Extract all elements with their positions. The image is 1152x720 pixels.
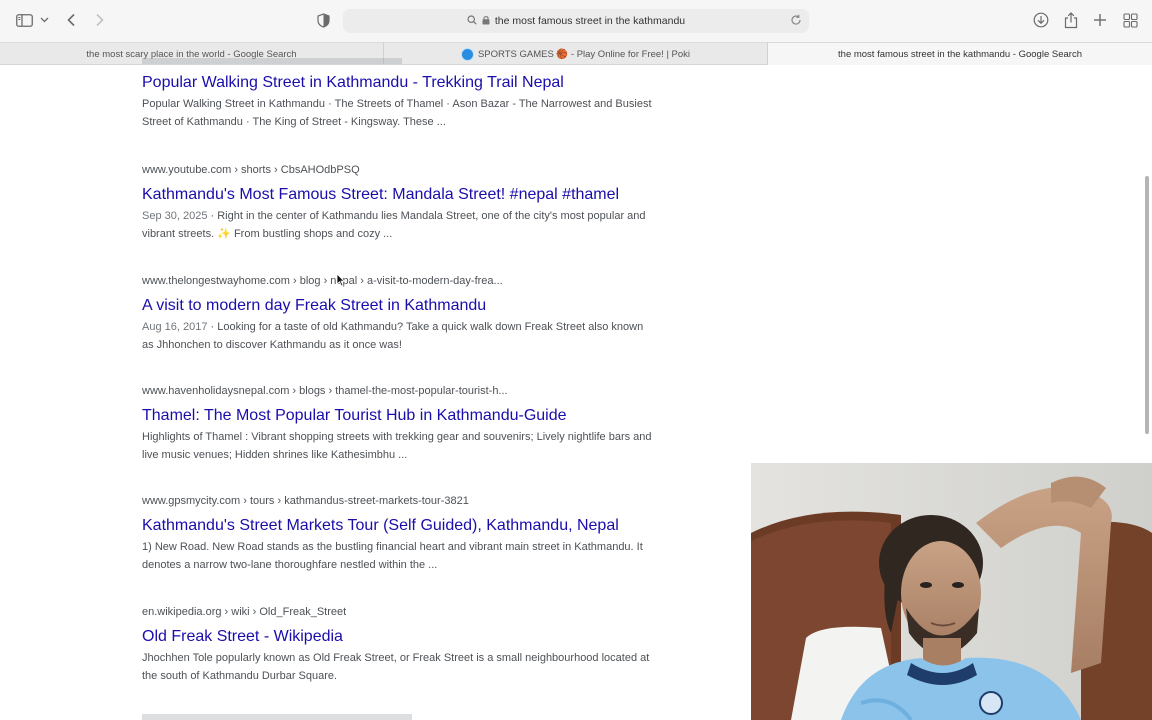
- result-title-link[interactable]: Kathmandu's Street Markets Tour (Self Gu…: [142, 516, 662, 536]
- truncated-next-result: [142, 714, 412, 720]
- sidebar-icon[interactable]: [16, 10, 33, 30]
- result-snippet-text: 1) New Road. New Road stands as the bust…: [142, 541, 643, 571]
- truncated-cite-line: [142, 58, 442, 64]
- result-snippet-text: Highlights of Thamel : Vibrant shopping …: [142, 431, 652, 461]
- webcam-person-image: [751, 463, 1152, 720]
- result-snippet: Popular Walking Street in Kathmandu · Th…: [142, 96, 652, 131]
- result-cite[interactable]: www.gpsmycity.com › tours › kathmandus-s…: [142, 494, 662, 508]
- tab-label: the most famous street in the kathmandu …: [838, 48, 1082, 60]
- tab-famous-street[interactable]: the most famous street in the kathmandu …: [768, 43, 1152, 65]
- result-title-link[interactable]: Kathmandu's Most Famous Street: Mandala …: [142, 185, 662, 205]
- address-bar[interactable]: the most famous street in the kathmandu: [343, 9, 809, 33]
- chevron-down-icon[interactable]: [40, 10, 49, 30]
- search-result: www.havenholidaysnepal.com › blogs › tha…: [142, 384, 662, 464]
- search-result: Popular Walking Street in Kathmandu - Tr…: [142, 66, 662, 131]
- result-cite[interactable]: en.wikipedia.org › wiki › Old_Freak_Stre…: [142, 605, 662, 619]
- search-result: www.thelongestwayhome.com › blog › nepal…: [142, 274, 662, 354]
- result-title-link[interactable]: Old Freak Street - Wikipedia: [142, 627, 662, 647]
- result-title-link[interactable]: A visit to modern day Freak Street in Ka…: [142, 296, 662, 316]
- mouse-cursor-icon: [336, 273, 346, 292]
- result-cite[interactable]: www.havenholidaysnepal.com › blogs › tha…: [142, 384, 662, 398]
- search-result: www.youtube.com › shorts › CbsAHOdbPSQ K…: [142, 163, 662, 243]
- result-snippet: Aug 16, 2017 · Looking for a taste of ol…: [142, 321, 644, 351]
- share-icon[interactable]: [1064, 10, 1078, 30]
- result-snippet: Jhochhen Tole popularly known as Old Fre…: [142, 650, 652, 685]
- poki-favicon-icon: [460, 47, 474, 61]
- result-date: Aug 16, 2017: [142, 321, 208, 333]
- tab-label: SPORTS GAMES 🏀 - Play Online for Free! |…: [477, 48, 691, 60]
- reload-icon[interactable]: [790, 14, 802, 29]
- forward-icon[interactable]: [95, 10, 105, 30]
- new-tab-icon[interactable]: [1093, 10, 1107, 30]
- tab-overview-icon[interactable]: [1123, 10, 1138, 30]
- shield-icon[interactable]: [317, 10, 330, 30]
- address-text: the most famous street in the kathmandu: [494, 15, 686, 27]
- result-snippet: 1) New Road. New Road stands as the bust…: [142, 539, 652, 574]
- browser-toolbar: the most famous street in the kathmandu: [0, 0, 1152, 42]
- download-icon[interactable]: [1033, 10, 1049, 30]
- result-title-link[interactable]: Popular Walking Street in Kathmandu - Tr…: [142, 73, 662, 93]
- result-snippet-text: Looking for a taste of old Kathmandu? Ta…: [142, 321, 644, 351]
- result-cite[interactable]: www.youtube.com › shorts › CbsAHOdbPSQ: [142, 163, 662, 177]
- result-snippet-text: Right in the center of Kathmandu lies Ma…: [142, 210, 646, 240]
- result-title-link[interactable]: Thamel: The Most Popular Tourist Hub in …: [142, 406, 662, 426]
- result-snippet: Sep 30, 2025 · Right in the center of Ka…: [142, 210, 646, 240]
- search-result: en.wikipedia.org › wiki › Old_Freak_Stre…: [142, 605, 662, 685]
- search-icon: [467, 14, 477, 28]
- scrollbar-thumb[interactable]: [1145, 176, 1149, 434]
- back-icon[interactable]: [66, 10, 76, 30]
- result-cite[interactable]: www.thelongestwayhome.com › blog › nepal…: [142, 274, 662, 288]
- result-snippet-text: Jhochhen Tole popularly known as Old Fre…: [142, 652, 650, 682]
- result-snippet-text: Popular Walking Street in Kathmandu · Th…: [142, 98, 652, 128]
- result-date: Sep 30, 2025: [142, 210, 208, 222]
- webcam-overlay: [751, 463, 1152, 720]
- search-result: www.gpsmycity.com › tours › kathmandus-s…: [142, 494, 662, 574]
- result-snippet: Highlights of Thamel : Vibrant shopping …: [142, 429, 652, 464]
- lock-icon: [482, 15, 490, 28]
